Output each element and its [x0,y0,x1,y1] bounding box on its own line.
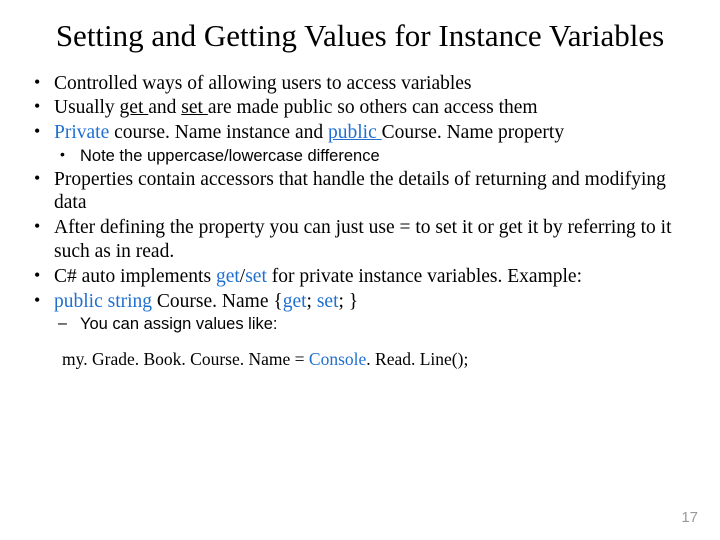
list-item: Usually get and set are made public so o… [26,96,694,120]
code-keyword: Console [309,349,366,369]
list-item: Controlled ways of allowing users to acc… [26,72,694,96]
keyword: get [283,291,307,312]
underlined-text: set [181,97,208,118]
underlined-text: get [120,97,149,118]
keyword: Private [54,122,114,143]
text: Usually [54,97,120,118]
list-item: C# auto implements get/set for private i… [26,265,694,289]
sub-list-item: You can assign values like: [54,314,694,335]
text: for private instance variables. Example: [272,266,582,287]
text: C# auto implements [54,266,216,287]
keyword: get [216,266,240,287]
code-example: my. Grade. Book. Course. Name = Console.… [62,349,694,370]
code-text: . Read. Line(); [366,349,468,369]
list-item: public string Course. Name {get; set; } … [26,290,694,335]
text: Course. Name property [382,122,565,143]
keyword: set [245,266,272,287]
text: Note the uppercase/lowercase difference [80,147,380,165]
page-number: 17 [681,509,698,526]
text: course. Name instance and [114,122,328,143]
bullet-list: Controlled ways of allowing users to acc… [26,72,694,335]
slide-title: Setting and Getting Values for Instance … [26,18,694,54]
text: ; [307,291,317,312]
keyword: public string [54,291,157,312]
list-item: After defining the property you can just… [26,216,694,264]
sub-list-item: Note the uppercase/lowercase difference [54,146,694,167]
text: After defining the property you can just… [54,217,672,262]
text: Course. Name { [157,291,283,312]
list-item: Properties contain accessors that handle… [26,168,694,216]
keyword: set [317,291,339,312]
text: Controlled ways of allowing users to acc… [54,73,472,94]
text: are made public so others can access the… [208,97,538,118]
code-text: my. Grade. Book. Course. Name = [62,349,309,369]
keyword: public [328,122,382,143]
text: Properties contain accessors that handle… [54,169,666,214]
list-item: Private course. Name instance and public… [26,121,694,166]
text: and [148,97,181,118]
text: You can assign values like: [80,315,278,333]
text: ; } [339,291,359,312]
